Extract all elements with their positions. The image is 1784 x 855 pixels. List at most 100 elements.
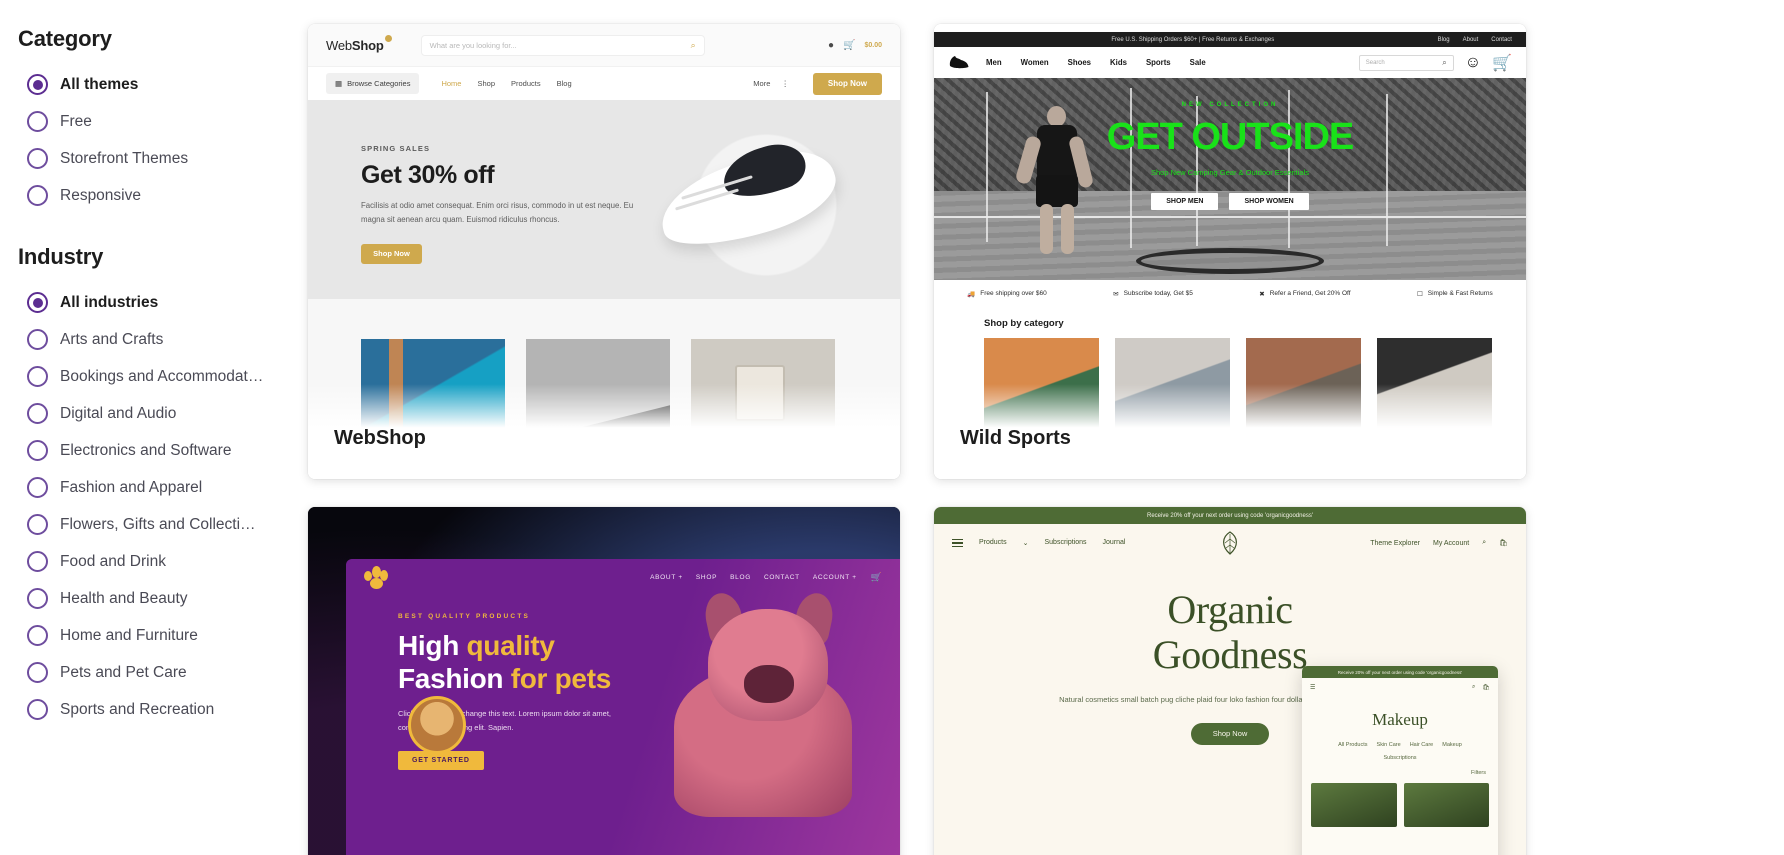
nav-item-subscriptions[interactable]: Subscriptions [1045,539,1087,547]
theme-grid: WebShop What are you looking for... ⌕ ● … [308,0,1784,855]
industry-option-sports-and-recreation[interactable]: Sports and Recreation [18,691,308,728]
radio-icon[interactable] [27,477,48,498]
tab-skin-care[interactable]: Skin Care [1377,742,1401,748]
theme-explorer-link[interactable]: Theme Explorer [1370,540,1420,547]
hero-shop-now-button[interactable]: Shop Now [361,243,422,264]
radio-icon[interactable] [27,148,48,169]
radio-icon[interactable] [27,185,48,206]
industry-option-flowers-gifts-and-collectibles[interactable]: Flowers, Gifts and Collecti… [18,506,308,543]
nav-item-shoes[interactable]: Shoes [1068,58,1091,67]
vertical-dots-icon[interactable]: ⋮ [781,79,789,88]
search-icon[interactable]: ⌕ [1482,539,1486,547]
nav-item-products[interactable]: Products [511,79,541,88]
category-option-storefront-themes[interactable]: Storefront Themes [18,140,308,177]
radio-icon[interactable] [27,292,48,313]
nav-item-sale[interactable]: Sale [1190,58,1206,67]
industry-option-arts-and-crafts[interactable]: Arts and Crafts [18,321,308,358]
link-blog[interactable]: Blog [1438,37,1450,43]
industry-option-electronics-and-software[interactable]: Electronics and Software [18,432,308,469]
webshop-shop-now-button[interactable]: Shop Now [812,72,882,95]
industry-facet-title: Industry [18,244,104,269]
webshop-search-input[interactable]: What are you looking for... ⌕ [420,34,705,56]
organic-navbar: Products ⌄ Subscriptions Journal Theme E… [934,524,1526,562]
search-icon[interactable]: ⌕ [1442,58,1446,68]
nav-item-account[interactable]: ACCOUNT + [813,574,857,581]
category-option-free[interactable]: Free [18,103,308,140]
phone-product-cell[interactable] [1311,783,1397,827]
hamburger-menu-icon[interactable]: ☰ [1310,684,1315,691]
radio-icon[interactable] [27,662,48,683]
radio-icon[interactable] [27,74,48,95]
cart-icon[interactable]: 🛒 [1492,53,1512,73]
cart-icon[interactable]: 🛒 [843,40,855,51]
tab-all-products[interactable]: All Products [1338,742,1367,748]
nav-item-products[interactable]: Products [979,539,1007,547]
radio-icon[interactable] [27,514,48,535]
tab-makeup[interactable]: Makeup [1442,742,1462,748]
cart-icon[interactable]: 🛍 [1499,539,1508,547]
nav-item-contact[interactable]: CONTACT [764,574,800,581]
nav-item-blog[interactable]: Blog [557,79,572,88]
theme-card-webshop[interactable]: WebShop What are you looking for... ⌕ ● … [308,24,900,479]
shop-men-button[interactable]: SHOP MEN [1151,193,1219,210]
wildsports-hero: NEW COLLECTION GET OUTSIDE Shop New Camp… [934,78,1526,280]
shop-women-button[interactable]: SHOP WOMEN [1229,193,1309,210]
phone-product-cell[interactable] [1403,783,1489,827]
nav-item-kids[interactable]: Kids [1110,58,1127,67]
industry-option-health-and-beauty[interactable]: Health and Beauty [18,580,308,617]
radio-icon[interactable] [27,440,48,461]
theme-card-organic[interactable]: Receive 20% off your next order using co… [934,507,1526,855]
radio-icon[interactable] [27,551,48,572]
theme-card-pets[interactable]: ABOUT + SHOP BLOG CONTACT ACCOUNT + 🛒 BE… [308,507,900,855]
tab-hair-care[interactable]: Hair Care [1410,742,1434,748]
shop-now-button[interactable]: Shop Now [1191,722,1269,745]
my-account-link[interactable]: My Account [1433,540,1469,547]
nav-item-blog[interactable]: BLOG [730,574,751,581]
nav-item-home[interactable]: Home [441,79,461,88]
wildsports-hero-text: NEW COLLECTION GET OUTSIDE Shop New Camp… [934,102,1526,210]
radio-icon[interactable] [27,366,48,387]
theme-card-wild-sports[interactable]: Free U.S. Shipping Orders $60+ | Free Re… [934,24,1526,479]
link-about[interactable]: About [1463,37,1479,43]
radio-icon[interactable] [27,625,48,646]
industry-option-digital-and-audio[interactable]: Digital and Audio [18,395,308,432]
nav-item-journal[interactable]: Journal [1103,539,1126,547]
link-contact[interactable]: Contact [1491,37,1512,43]
theme-preview-pets: ABOUT + SHOP BLOG CONTACT ACCOUNT + 🛒 BE… [308,507,900,855]
nav-item-women[interactable]: Women [1021,58,1049,67]
industry-option-label: Digital and Audio [60,404,177,422]
chevron-down-icon[interactable]: ⌄ [1023,539,1029,547]
nav-item-shop[interactable]: SHOP [696,574,717,581]
feature-label: Refer a Friend, Get 20% Off [1269,290,1351,297]
industry-option-bookings-and-accommodation[interactable]: Bookings and Accommodat… [18,358,308,395]
cart-icon[interactable]: 🛍 [1482,684,1490,691]
radio-icon[interactable] [27,403,48,424]
industry-option-home-and-furniture[interactable]: Home and Furniture [18,617,308,654]
industry-option-food-and-drink[interactable]: Food and Drink [18,543,308,580]
category-option-responsive[interactable]: Responsive [18,177,308,214]
radio-icon[interactable] [27,329,48,350]
phone-subscriptions-link[interactable]: Subscriptions [1302,755,1498,761]
search-icon[interactable]: ⌕ [1472,684,1475,691]
industry-option-pets-and-pet-care[interactable]: Pets and Pet Care [18,654,308,691]
industry-option-fashion-and-apparel[interactable]: Fashion and Apparel [18,469,308,506]
category-option-all-themes[interactable]: All themes [18,66,308,103]
feature-label: Free shipping over $60 [980,290,1047,297]
radio-icon[interactable] [27,588,48,609]
hamburger-menu-icon[interactable] [952,538,963,548]
cart-icon[interactable]: 🛒 [871,572,882,583]
user-icon[interactable]: ☺ [1465,54,1481,72]
hero-title: Get 30% off [361,161,495,189]
wildsports-search-input[interactable]: Search ⌕ [1358,54,1454,71]
nav-item-shop[interactable]: Shop [477,79,495,88]
radio-icon[interactable] [27,111,48,132]
user-icon[interactable]: ● [828,40,834,51]
industry-option-all-industries[interactable]: All industries [18,284,308,321]
webshop-browse-categories-button[interactable]: ▦ Browse Categories [326,73,420,94]
nav-item-about[interactable]: ABOUT + [650,574,683,581]
radio-icon[interactable] [27,699,48,720]
nav-item-sports[interactable]: Sports [1146,58,1171,67]
nav-item-men[interactable]: Men [986,58,1002,67]
more-label[interactable]: More [753,79,770,88]
search-icon[interactable]: ⌕ [691,40,696,51]
